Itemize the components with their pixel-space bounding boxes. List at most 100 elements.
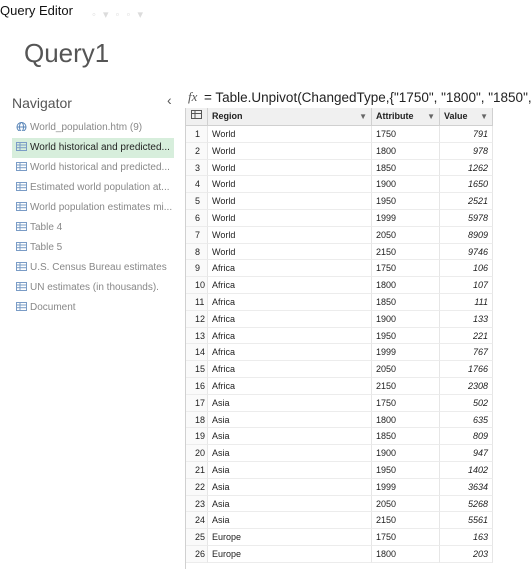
attribute-cell[interactable]: 1750 — [372, 260, 440, 278]
table-row[interactable]: 26 Europe 1800 203 — [186, 545, 493, 563]
table-menu-button[interactable] — [186, 108, 208, 125]
value-cell[interactable]: 203 — [440, 545, 493, 563]
attribute-cell[interactable]: 2050 — [372, 226, 440, 244]
table-row[interactable]: 4 World 1900 1650 — [186, 176, 493, 194]
value-cell[interactable]: 2521 — [440, 193, 493, 210]
row-number[interactable]: 9 — [186, 260, 208, 278]
value-cell[interactable]: 1766 — [440, 361, 493, 378]
row-number[interactable]: 21 — [186, 461, 208, 479]
row-number[interactable]: 12 — [186, 310, 208, 328]
row-number[interactable]: 7 — [186, 226, 208, 244]
table-row[interactable]: 18 Asia 1800 635 — [186, 411, 493, 429]
attribute-cell[interactable]: 1750 — [372, 529, 440, 546]
table-row[interactable]: 25 Europe 1750 163 — [186, 529, 493, 546]
value-cell[interactable]: 111 — [440, 293, 493, 311]
table-row[interactable]: 21 Asia 1950 1402 — [186, 461, 493, 479]
value-cell[interactable]: 947 — [440, 445, 493, 462]
value-cell[interactable]: 1262 — [440, 159, 493, 177]
row-number[interactable]: 20 — [186, 445, 208, 462]
value-cell[interactable]: 5268 — [440, 495, 493, 513]
region-cell[interactable]: World — [208, 126, 372, 143]
table-row[interactable]: 5 World 1950 2521 — [186, 193, 493, 210]
table-row[interactable]: 8 World 2150 9746 — [186, 243, 493, 261]
value-cell[interactable]: 978 — [440, 142, 493, 160]
attribute-cell[interactable]: 1800 — [372, 411, 440, 429]
attribute-cell[interactable]: 2150 — [372, 512, 440, 530]
value-cell[interactable]: 809 — [440, 428, 493, 446]
region-cell[interactable]: Asia — [208, 461, 372, 479]
value-cell[interactable]: 5978 — [440, 209, 493, 227]
value-cell[interactable]: 2308 — [440, 377, 493, 395]
attribute-cell[interactable]: 1850 — [372, 159, 440, 177]
row-number[interactable]: 19 — [186, 428, 208, 446]
filter-dropdown-icon[interactable]: ▼ — [427, 108, 435, 125]
region-cell[interactable]: World — [208, 193, 372, 210]
navigator-item[interactable]: World population estimates mi... — [12, 198, 174, 218]
row-number[interactable]: 8 — [186, 243, 208, 261]
row-number[interactable]: 15 — [186, 361, 208, 378]
value-cell[interactable]: 635 — [440, 411, 493, 429]
value-cell[interactable]: 221 — [440, 327, 493, 345]
column-header-value[interactable]: Value ▼ — [440, 108, 493, 125]
region-cell[interactable]: Africa — [208, 310, 372, 328]
region-cell[interactable]: Africa — [208, 260, 372, 278]
attribute-cell[interactable]: 1750 — [372, 394, 440, 412]
value-cell[interactable]: 163 — [440, 529, 493, 546]
table-row[interactable]: 3 World 1850 1262 — [186, 159, 493, 177]
value-cell[interactable]: 1402 — [440, 461, 493, 479]
table-row[interactable]: 7 World 2050 8909 — [186, 226, 493, 244]
attribute-cell[interactable]: 1800 — [372, 277, 440, 294]
formula-bar[interactable]: fx = Table.Unpivot(ChangedType,{"1750", … — [186, 88, 532, 108]
table-row[interactable]: 14 Africa 1999 767 — [186, 344, 493, 362]
attribute-cell[interactable]: 1800 — [372, 142, 440, 160]
row-number[interactable]: 10 — [186, 277, 208, 294]
region-cell[interactable]: Europe — [208, 545, 372, 563]
table-row[interactable]: 1 World 1750 791 — [186, 126, 493, 143]
attribute-cell[interactable]: 1900 — [372, 176, 440, 194]
region-cell[interactable]: Asia — [208, 445, 372, 462]
attribute-cell[interactable]: 1999 — [372, 478, 440, 496]
value-cell[interactable]: 107 — [440, 277, 493, 294]
filter-dropdown-icon[interactable]: ▼ — [359, 108, 367, 125]
table-row[interactable]: 17 Asia 1750 502 — [186, 394, 493, 412]
region-cell[interactable]: World — [208, 209, 372, 227]
attribute-cell[interactable]: 1750 — [372, 126, 440, 143]
region-cell[interactable]: Asia — [208, 512, 372, 530]
attribute-cell[interactable]: 2050 — [372, 495, 440, 513]
region-cell[interactable]: Asia — [208, 411, 372, 429]
attribute-cell[interactable]: 1950 — [372, 327, 440, 345]
attribute-cell[interactable]: 1999 — [372, 209, 440, 227]
row-number[interactable]: 6 — [186, 209, 208, 227]
value-cell[interactable]: 1650 — [440, 176, 493, 194]
attribute-cell[interactable]: 1999 — [372, 344, 440, 362]
attribute-cell[interactable]: 1900 — [372, 310, 440, 328]
row-number[interactable]: 3 — [186, 159, 208, 177]
region-cell[interactable]: Africa — [208, 293, 372, 311]
row-number[interactable]: 18 — [186, 411, 208, 429]
collapse-navigator-button[interactable]: ‹ — [167, 92, 172, 108]
column-header-attribute[interactable]: Attribute ▼ — [372, 108, 440, 125]
region-cell[interactable]: Asia — [208, 495, 372, 513]
row-number[interactable]: 22 — [186, 478, 208, 496]
region-cell[interactable]: World — [208, 142, 372, 160]
row-number[interactable]: 2 — [186, 142, 208, 160]
table-row[interactable]: 9 Africa 1750 106 — [186, 260, 493, 278]
table-row[interactable]: 15 Africa 2050 1766 — [186, 361, 493, 378]
row-number[interactable]: 4 — [186, 176, 208, 194]
value-cell[interactable]: 3634 — [440, 478, 493, 496]
navigator-item[interactable]: World_population.htm (9) — [12, 118, 174, 138]
region-cell[interactable]: Europe — [208, 529, 372, 546]
row-number[interactable]: 14 — [186, 344, 208, 362]
attribute-cell[interactable]: 2150 — [372, 377, 440, 395]
navigator-item[interactable]: Table 4 — [12, 218, 174, 238]
value-cell[interactable]: 9746 — [440, 243, 493, 261]
region-cell[interactable]: Africa — [208, 361, 372, 378]
attribute-cell[interactable]: 2050 — [372, 361, 440, 378]
row-number[interactable]: 24 — [186, 512, 208, 530]
region-cell[interactable]: World — [208, 226, 372, 244]
formula-text[interactable]: = Table.Unpivot(ChangedType,{"1750", "18… — [204, 88, 532, 108]
row-number[interactable]: 26 — [186, 545, 208, 563]
value-cell[interactable]: 5561 — [440, 512, 493, 530]
value-cell[interactable]: 8909 — [440, 226, 493, 244]
attribute-cell[interactable]: 1950 — [372, 193, 440, 210]
